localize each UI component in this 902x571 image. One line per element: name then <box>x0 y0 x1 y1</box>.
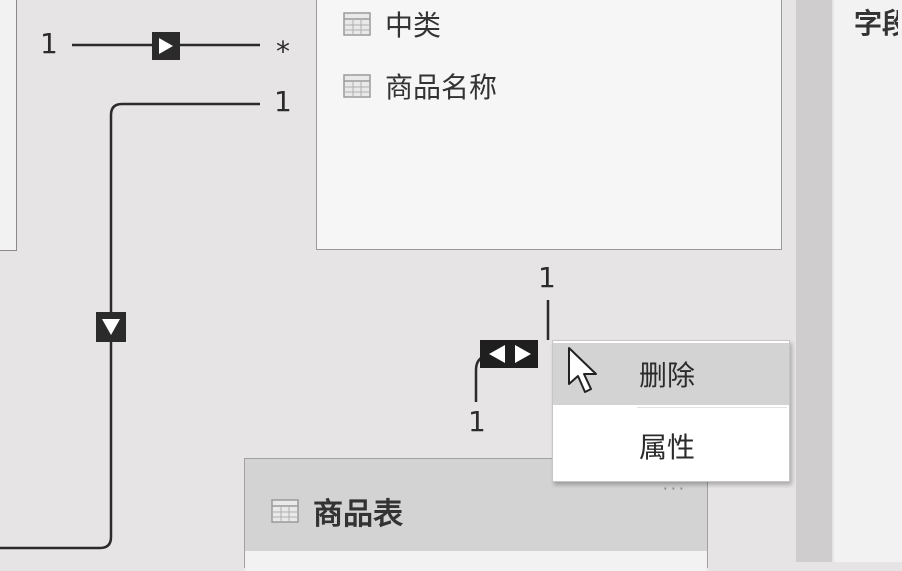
vertical-scrollbar[interactable] <box>796 0 832 562</box>
cardinality-label: * <box>276 35 290 68</box>
cardinality-label: 1 <box>40 27 58 60</box>
table-column-row[interactable]: 商品名称 <box>343 71 497 104</box>
panel-title: 字段 <box>854 7 898 40</box>
cardinality-label: 1 <box>538 261 556 294</box>
menu-item-properties[interactable]: 属性 <box>553 415 789 477</box>
model-diagram-canvas[interactable]: 1 * 1 1 1 中类 商品名称 商品表 ··· 删除 属性 字段 <box>0 0 902 571</box>
menu-separator <box>637 407 787 408</box>
table-card-top[interactable]: 中类 商品名称 <box>316 0 782 250</box>
table-icon <box>271 499 299 523</box>
column-name: 商品名称 <box>385 71 498 104</box>
table-header[interactable]: 商品表 <box>271 489 403 533</box>
table-title: 商品表 <box>313 497 403 532</box>
cardinality-label: 1 <box>468 405 486 438</box>
table-body <box>245 551 707 571</box>
fields-panel[interactable]: 字段 <box>834 0 902 562</box>
table-column-row[interactable]: 中类 <box>343 9 441 42</box>
column-name: 中类 <box>385 9 442 42</box>
table-column-icon <box>343 12 371 36</box>
mouse-pointer-icon <box>568 347 597 393</box>
relationship-line-2[interactable] <box>0 102 260 550</box>
menu-item-label: 删除 <box>639 359 696 392</box>
cardinality-label: 1 <box>274 85 292 118</box>
table-column-icon <box>343 74 371 98</box>
menu-item-label: 属性 <box>639 431 696 464</box>
